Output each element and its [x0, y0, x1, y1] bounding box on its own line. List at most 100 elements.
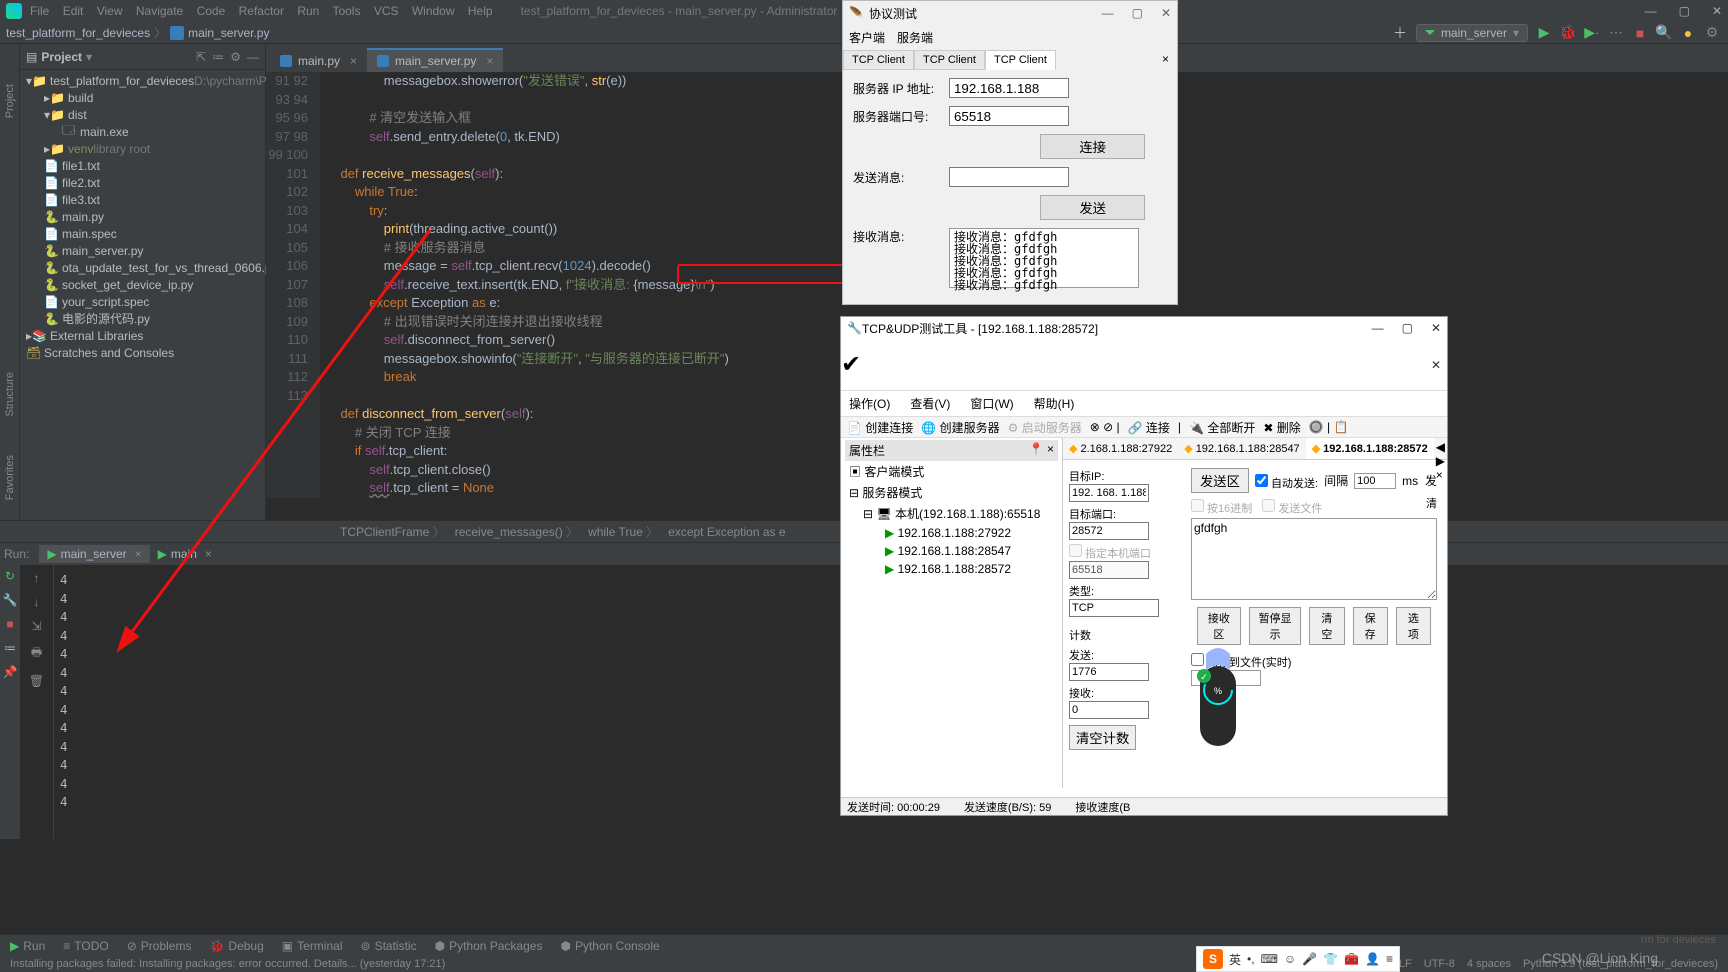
input-target-ip[interactable] [1069, 484, 1149, 502]
add-config-icon[interactable]: ＋ [1392, 25, 1408, 41]
close-icon[interactable]: × [1047, 442, 1054, 456]
gear-icon[interactable]: ⚙ [230, 50, 241, 64]
ime-emoji-icon[interactable]: ☺ [1284, 952, 1296, 966]
ime-keyboard-icon[interactable]: ⌨ [1261, 952, 1278, 966]
menu-window[interactable]: 窗口(W) [970, 395, 1013, 412]
tree-row[interactable]: ▾ 📁test_platform_for_devieces D:\pycharm… [20, 72, 265, 89]
bb-run[interactable]: Run [23, 939, 45, 953]
options-button[interactable]: 选项 [1396, 607, 1431, 645]
layout-icon[interactable]: ≔ [4, 641, 16, 655]
tree-conn-1[interactable]: ▶ 192.168.1.188:27922 [845, 524, 1058, 542]
run-more-icon[interactable]: ▶· [1584, 25, 1600, 41]
bc-class[interactable]: TCPClientFrame [340, 523, 445, 540]
ime-lang[interactable]: 英 [1229, 951, 1241, 968]
bc-except[interactable]: except Exception as e [668, 525, 785, 539]
ime-punct-icon[interactable]: •, [1247, 952, 1255, 966]
ime-skin-icon[interactable]: 👕 [1323, 952, 1338, 966]
run-config-dropdown[interactable]: main_server ▾ [1416, 24, 1528, 42]
maximize-icon[interactable]: ▢ [1402, 321, 1413, 335]
close-icon[interactable]: × [135, 547, 142, 561]
minimize-icon[interactable]: — [1372, 321, 1384, 335]
pin-icon[interactable]: 📍 [1029, 442, 1044, 456]
bb-python-packages[interactable]: ⬢ Python Packages [435, 939, 543, 953]
input-port[interactable] [949, 106, 1069, 126]
menu-run[interactable]: Run [297, 4, 319, 18]
conn-tab-2[interactable]: ◆192.168.1.188:28547 [1178, 438, 1305, 459]
tab-server[interactable]: 服务端 [897, 29, 933, 46]
tree-row[interactable]: 📄file1.txt [20, 157, 265, 174]
connect-button[interactable]: 🔗 连接 [1128, 419, 1170, 436]
send-textarea[interactable]: gfdfgh [1191, 518, 1437, 600]
account-icon[interactable]: ● [1680, 25, 1696, 41]
menu-vcs[interactable]: VCS [374, 4, 399, 18]
assistant-widget[interactable]: % ✓ [1190, 636, 1246, 756]
close-icon[interactable]: ✕ [1161, 6, 1171, 20]
ime-toolbar[interactable]: S 英 •, ⌨ ☺ 🎤 👕 🧰 👤 ≡ [1196, 946, 1400, 972]
tab-main-py[interactable]: main.py× [270, 48, 367, 72]
side-tab-favorites[interactable]: Favorites [4, 455, 16, 500]
minimize-icon[interactable]: — [1645, 4, 1657, 18]
menu-code[interactable]: Code [197, 4, 226, 18]
tree-row[interactable]: 🗃Scratches and Consoles [20, 344, 265, 361]
ime-user-icon[interactable]: 👤 [1365, 952, 1380, 966]
stop-icon[interactable]: ■ [6, 617, 13, 631]
clear-button[interactable]: 清空 [1309, 607, 1344, 645]
attach-icon[interactable]: ⋯ [1608, 25, 1624, 41]
side-tab-structure[interactable]: Structure [4, 372, 16, 417]
input-interval[interactable] [1354, 473, 1396, 489]
create-conn-button[interactable]: 📄 创建连接 [847, 419, 913, 436]
receive-textbox[interactable]: 接收消息：gfdfgh 接收消息：gfdfgh 接收消息：gfdfgh 接收消息… [949, 228, 1139, 288]
bc-while[interactable]: while True [588, 523, 658, 540]
send-button[interactable]: 发送 [1040, 195, 1145, 220]
indent[interactable]: 4 spaces [1467, 958, 1511, 970]
hide-icon[interactable]: — [247, 50, 259, 64]
tree-row[interactable]: 📄file3.txt [20, 191, 265, 208]
connect-button[interactable]: 连接 [1040, 134, 1145, 159]
menu-window[interactable]: Window [412, 4, 455, 18]
tree-row[interactable]: 📄file2.txt [20, 174, 265, 191]
run-icon[interactable]: ▶ [1536, 25, 1552, 41]
create-server-button[interactable]: 🌐 创建服务器 [921, 419, 999, 436]
menu-view[interactable]: 查看(V) [910, 395, 950, 412]
more-icon[interactable]: 🔘 | 📋 [1309, 420, 1349, 434]
stop-icon[interactable]: ■ [1632, 25, 1648, 41]
tree-host[interactable]: ⊟ 🖥 本机(192.168.1.188):65518 [845, 503, 1058, 524]
close-icon[interactable]: ✕ [1431, 321, 1441, 335]
tree-row[interactable]: ▸ 📁venv library root [20, 140, 265, 157]
tree-client-mode[interactable]: ▣ 客户端模式 [845, 461, 1058, 482]
ime-tool-icon[interactable]: 🧰 [1344, 952, 1359, 966]
send-area-button[interactable]: 发送区 [1191, 468, 1249, 493]
menu-help[interactable]: 帮助(H) [1034, 395, 1075, 412]
expand-icon[interactable]: ≔ [212, 50, 224, 64]
tcp-client-tab-1[interactable]: TCP Client [843, 50, 914, 70]
tree-row[interactable]: ▾ 📁dist [20, 106, 265, 123]
tree-server-mode[interactable]: ⊟ 服务器模式 [845, 482, 1058, 503]
chk-auto-send[interactable] [1255, 474, 1268, 487]
save-button[interactable]: 保存 [1353, 607, 1388, 645]
menu-file[interactable]: File [30, 4, 49, 18]
bb-problems[interactable]: ⊘ Problems [127, 939, 192, 953]
minimize-icon[interactable]: — [1102, 6, 1114, 20]
tcp-client-tab-3[interactable]: TCP Client [985, 50, 1056, 70]
bb-statistic[interactable]: ⊚ Statistic [361, 939, 417, 953]
tree-row[interactable]: 🐍电影的源代码.py [20, 310, 265, 327]
tree-row[interactable]: 📄main.spec [20, 225, 265, 242]
tree-conn-3[interactable]: ▶ 192.168.1.188:28572 [845, 560, 1058, 578]
close-icon[interactable]: ✕ [1712, 4, 1722, 18]
settings-icon[interactable]: 🔧 [3, 593, 18, 607]
delete-button[interactable]: ✖ 删除 [1263, 419, 1300, 436]
input-type[interactable] [1069, 599, 1159, 617]
debug-icon[interactable]: 🐞 [1560, 25, 1576, 41]
sogou-icon[interactable]: S [1203, 949, 1223, 969]
tree-row[interactable]: ▸ 📁build [20, 89, 265, 106]
menu-edit[interactable]: Edit [63, 4, 84, 18]
search-icon[interactable]: 🔍 [1656, 25, 1672, 41]
pause-button[interactable]: 暂停显示 [1249, 607, 1301, 645]
tree-row[interactable]: 📄your_script.spec [20, 293, 265, 310]
close-icon[interactable]: ✕ [1431, 358, 1441, 372]
tab-client[interactable]: 客户端 [849, 29, 885, 46]
maximize-icon[interactable]: ▢ [1679, 4, 1690, 18]
tree-row[interactable]: 🐍socket_get_device_ip.py [20, 276, 265, 293]
ime-menu-icon[interactable]: ≡ [1386, 952, 1393, 966]
maximize-icon[interactable]: ▢ [1132, 6, 1143, 20]
